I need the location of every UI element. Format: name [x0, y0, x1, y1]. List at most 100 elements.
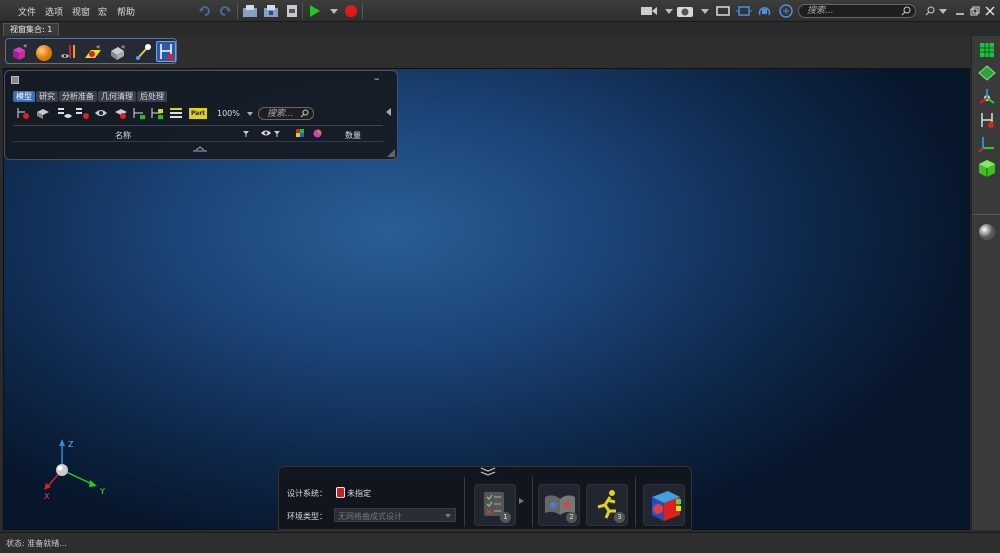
video-camera-icon[interactable]	[641, 3, 657, 19]
show-hide-icon[interactable]	[57, 106, 73, 120]
name-filter-icon[interactable]	[243, 130, 249, 140]
status-text: 状态: 准备就绪...	[6, 539, 67, 548]
plane-view-icon[interactable]	[977, 63, 997, 83]
model-tree-panel: – 模型 研究 分析准备 几何清理 后处理 Part 1 100% 搜索... …	[4, 70, 398, 160]
step-arrow-icon	[519, 497, 524, 507]
design-system-label: 设计系统：	[287, 489, 327, 498]
view-tools-panel	[971, 36, 1000, 530]
column-header-name[interactable]: 名称	[115, 130, 131, 141]
design-system-icon	[336, 487, 345, 498]
close-icon[interactable]	[982, 3, 998, 19]
probe-tool-icon[interactable]	[133, 42, 153, 62]
visibility-filter-icon[interactable]	[274, 130, 280, 140]
results-cube-icon	[652, 491, 681, 521]
rotate-view-icon[interactable]	[757, 3, 773, 19]
menu-bar: 文件 选项 视窗 宏 帮助 搜索...	[0, 0, 1000, 22]
svg-text:«: «	[23, 42, 27, 50]
restore-icon[interactable]	[967, 3, 983, 19]
undo-icon[interactable]	[197, 3, 213, 19]
tab-analysis-prep[interactable]: 分析准备	[59, 91, 97, 102]
tab-study[interactable]: 研究	[36, 91, 58, 102]
boundary-tool-icon[interactable]	[156, 41, 176, 62]
svg-text:«: «	[96, 43, 100, 51]
minimize-icon[interactable]	[952, 3, 968, 19]
search-input[interactable]: 搜索...	[798, 4, 916, 18]
material-sphere-icon[interactable]	[34, 42, 54, 62]
tab-model[interactable]: 模型	[13, 91, 35, 102]
panel-scroll-arrow-icon[interactable]	[386, 108, 391, 119]
boundary-view-icon[interactable]	[977, 110, 997, 130]
step-results[interactable]	[643, 484, 685, 526]
resize-grip-icon[interactable]	[387, 149, 395, 160]
tab-post-processing[interactable]: 后处理	[137, 91, 167, 102]
cube-view-icon[interactable]	[977, 158, 997, 178]
visibility-column-icon[interactable]	[261, 129, 272, 140]
fit-view-icon[interactable]	[736, 3, 752, 19]
mesh-view-icon[interactable]	[977, 40, 997, 60]
chevron-down-icon	[445, 514, 451, 518]
axis-z-label: Z	[68, 440, 74, 449]
part-component-icon[interactable]	[35, 106, 51, 120]
menu-macro[interactable]: 宏	[98, 5, 107, 18]
axis-x-label: X	[44, 492, 50, 501]
tab-row	[0, 22, 1000, 36]
camera-icon[interactable]	[677, 3, 693, 19]
design-system-value[interactable]: 未指定	[347, 488, 371, 499]
collapse-chevron-icon[interactable]	[480, 467, 496, 479]
step-checklist[interactable]: 1	[474, 484, 516, 526]
components-icon[interactable]: «	[10, 42, 30, 62]
step-run[interactable]: 3	[586, 484, 628, 526]
hide-icon[interactable]	[75, 106, 91, 120]
filter-green-icon[interactable]	[131, 106, 147, 120]
run-icon[interactable]	[307, 3, 323, 19]
camera-dropdown-icon[interactable]	[697, 3, 713, 19]
video-dropdown-icon[interactable]	[661, 3, 677, 19]
coordinate-system-icon[interactable]	[977, 134, 997, 154]
save-icon[interactable]	[263, 3, 279, 19]
mesh-tool-icon[interactable]: «	[108, 42, 128, 62]
open-icon[interactable]	[242, 3, 258, 19]
design-wizard-panel: 设计系统： 未指定 环境类型： 无网格曲成式设计 1 2 3	[278, 466, 692, 530]
expand-panel-icon[interactable]	[193, 145, 207, 155]
tab-viewport-set[interactable]: 视窗集合: 1	[3, 23, 60, 36]
search-dropdown-icon[interactable]	[935, 3, 951, 19]
add-part-icon[interactable]	[15, 106, 31, 120]
print-icon[interactable]	[284, 3, 300, 19]
globe-view-icon[interactable]	[778, 3, 794, 19]
filter-yellow-icon[interactable]	[149, 106, 165, 120]
column-header-count[interactable]: 数量	[345, 130, 361, 141]
panel-collapse-icon[interactable]: –	[374, 72, 380, 85]
menu-file[interactable]: 文件	[18, 5, 36, 18]
material-assign-icon[interactable]	[113, 106, 129, 120]
material-column-icon[interactable]	[313, 129, 322, 141]
visibility-tool-icon[interactable]	[58, 42, 78, 62]
svg-text:«: «	[121, 43, 125, 51]
status-bar: 状态: 准备就绪...	[0, 532, 1000, 553]
panel-dock-icon[interactable]	[11, 76, 19, 84]
main-toolbar: « « «	[5, 38, 177, 64]
zoom-dropdown-icon[interactable]	[247, 110, 253, 120]
axis-y-label: Y	[100, 487, 105, 496]
menu-help[interactable]: 帮助	[117, 5, 135, 18]
fullscreen-icon[interactable]	[715, 3, 731, 19]
env-type-select[interactable]: 无网格曲成式设计	[334, 508, 456, 522]
panel-search-input[interactable]: 搜索...	[258, 107, 314, 120]
plane-tool-icon[interactable]: «	[83, 42, 103, 62]
search-icon	[300, 109, 309, 118]
menu-options[interactable]: 选项	[45, 5, 63, 18]
list-view-icon[interactable]	[169, 106, 183, 120]
search-icon	[901, 6, 911, 16]
run-dropdown-icon[interactable]	[326, 3, 342, 19]
isolate-icon[interactable]	[93, 106, 109, 120]
redo-icon[interactable]	[217, 3, 233, 19]
part-label-badge[interactable]: Part 1	[189, 108, 207, 128]
env-type-label: 环境类型：	[287, 512, 327, 521]
axes-view-icon[interactable]	[977, 86, 997, 106]
tab-geometry-cleanup[interactable]: 几何清理	[98, 91, 136, 102]
step-book[interactable]: 2	[538, 484, 580, 526]
record-icon[interactable]	[343, 3, 359, 19]
menu-window[interactable]: 视窗	[72, 5, 90, 18]
zoom-level[interactable]: 100%	[217, 109, 240, 118]
shading-sphere-icon[interactable]	[977, 222, 997, 242]
color-column-icon[interactable]	[296, 129, 304, 140]
